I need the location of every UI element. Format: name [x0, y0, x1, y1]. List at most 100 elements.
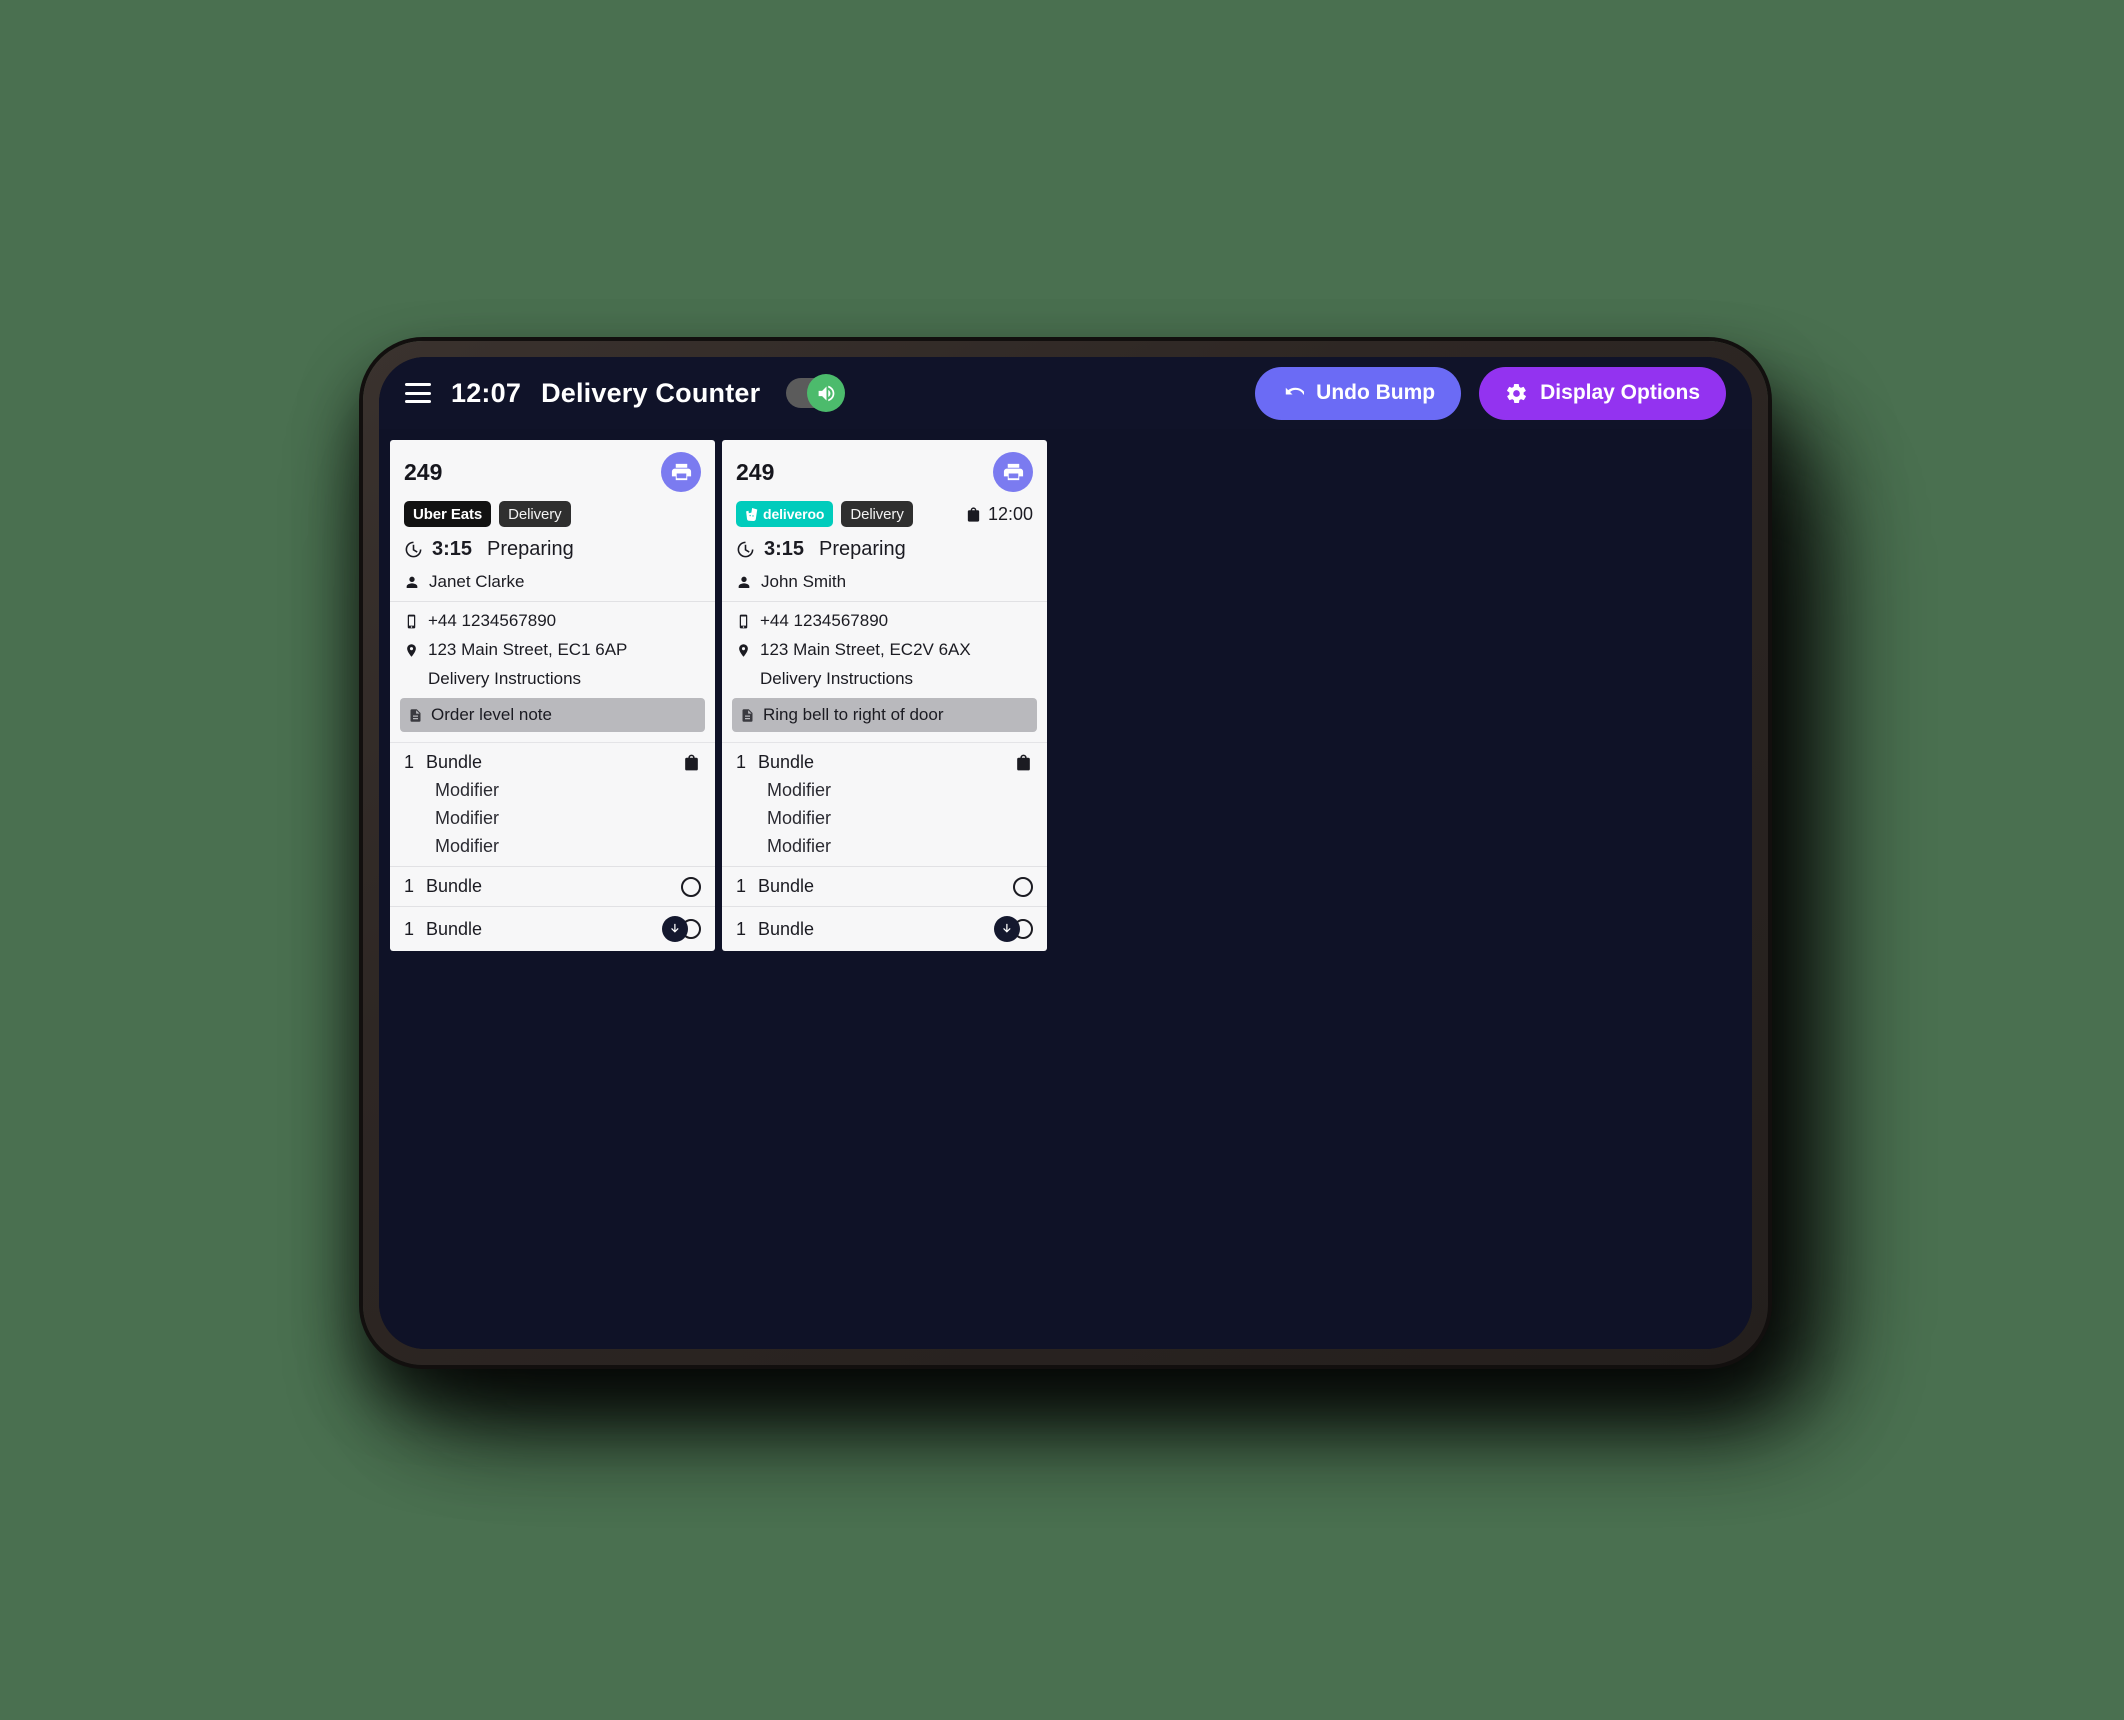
- order-item-line: 1 Bundle: [404, 752, 701, 773]
- phone-icon: [739, 614, 748, 628]
- order-type-badge: Delivery: [841, 501, 913, 527]
- speaker-on-icon: [818, 385, 835, 401]
- tablet-device-frame: 12:07 Delivery Counter Undo Bump Display…: [363, 341, 1768, 1365]
- order-id-row: 249: [404, 452, 701, 492]
- item-quantity: 1: [404, 752, 415, 772]
- order-item-line: 1 Bundle: [736, 916, 1033, 942]
- item-name: Bundle: [758, 752, 815, 772]
- timer-icon: [405, 541, 422, 558]
- print-button[interactable]: [993, 452, 1033, 492]
- item-quantity: 1: [404, 876, 415, 896]
- order-item[interactable]: 1 Bundle Modifier Modifier Modifier: [390, 742, 715, 866]
- shopping-bag-icon: [967, 506, 980, 522]
- customer-address: 123 Main Street, EC2V 6AX: [760, 640, 971, 659]
- order-status-row: 3:15 Preparing: [404, 538, 701, 561]
- customer-name: Janet Clarke: [429, 572, 525, 591]
- printer-icon: [1003, 463, 1023, 480]
- order-item[interactable]: 1 Bundle: [722, 866, 1047, 906]
- order-items: 1 Bundle Modifier Modifier Modifier 1 Bundle 1 B…: [722, 742, 1047, 951]
- header-clock: 12:07: [451, 377, 522, 408]
- item-status-icon[interactable]: [662, 916, 701, 942]
- undo-arrow-icon: [1285, 387, 1305, 395]
- order-note-text: Order level note: [431, 705, 552, 724]
- phone-icon: [407, 614, 416, 628]
- order-note: Order level note: [400, 698, 705, 732]
- location-pin-icon: [407, 643, 416, 657]
- printer-icon: [671, 463, 691, 480]
- order-badge-row: Uber Eats Delivery: [404, 501, 701, 527]
- note-icon: [742, 708, 753, 722]
- circle-outline-icon[interactable]: [681, 876, 701, 897]
- orders-grid: 249 Uber Eats Delivery 3:15 Preparing Janet C…: [379, 429, 1752, 1349]
- item-quantity: 1: [736, 918, 747, 939]
- download-circle-icon[interactable]: [994, 916, 1033, 942]
- item-status-icon[interactable]: [681, 876, 701, 897]
- order-item[interactable]: 1 Bundle: [390, 866, 715, 906]
- address-row: 123 Main Street, EC2V 6AX: [736, 640, 1033, 660]
- print-button[interactable]: [661, 452, 701, 492]
- item-modifier: Modifier: [435, 836, 500, 856]
- item-name: Bundle: [758, 918, 815, 939]
- order-note-text: Ring bell to right of door: [763, 705, 944, 724]
- person-icon: [738, 576, 750, 588]
- platform-badge-deliveroo: deliveroo: [736, 501, 834, 527]
- order-item[interactable]: 1 Bundle Modifier Modifier Modifier: [722, 742, 1047, 866]
- display-options-label: Display Options: [1540, 381, 1700, 404]
- hamburger-menu-icon[interactable]: [405, 383, 431, 403]
- contact-block: +44 1234567890 123 Main Street, EC1 6AP De…: [390, 602, 715, 689]
- shopping-bag-icon: [685, 754, 698, 771]
- phone-row: +44 1234567890: [404, 611, 701, 631]
- header-right-group: Undo Bump Display Options: [1255, 366, 1726, 420]
- download-arrow-icon: [1002, 923, 1011, 933]
- shopping-bag-icon: [1017, 754, 1030, 771]
- location-pin-icon: [739, 643, 748, 657]
- item-status-icon[interactable]: [1013, 876, 1033, 897]
- order-note: Ring bell to right of door: [732, 698, 1037, 732]
- delivery-instructions-label: Delivery Instructions: [760, 669, 914, 688]
- sound-toggle[interactable]: [786, 374, 846, 412]
- person-icon: [406, 576, 418, 588]
- elapsed-time: 3:15: [432, 538, 473, 560]
- order-item[interactable]: 1 Bundle: [390, 906, 715, 951]
- phone-row: +44 1234567890: [736, 611, 1033, 631]
- item-status-icon[interactable]: [994, 916, 1033, 942]
- customer-name: John Smith: [761, 572, 847, 591]
- download-arrow-badge: [994, 916, 1020, 942]
- undo-bump-label: Undo Bump: [1316, 381, 1436, 404]
- download-arrow-icon: [670, 923, 679, 933]
- order-item-line: 1 Bundle: [736, 876, 1033, 897]
- display-options-button[interactable]: Display Options: [1479, 366, 1726, 420]
- scheduled-time: 12:00: [965, 504, 1033, 525]
- order-status: Preparing: [487, 538, 574, 560]
- timer-icon: [737, 541, 754, 558]
- order-badge-row: deliveroo Delivery 12:00: [736, 501, 1033, 527]
- scheduled-time-label: 12:00: [987, 503, 1033, 524]
- item-name: Bundle: [426, 876, 483, 896]
- platform-badge-ubereats: Uber Eats: [404, 501, 492, 527]
- order-card[interactable]: 249 deliveroo Delivery 12:00 3:15 Preparing Jo…: [722, 440, 1047, 951]
- customer-phone: +44 1234567890: [760, 611, 889, 630]
- item-status-icon[interactable]: [682, 753, 701, 772]
- toggle-knob: [807, 374, 846, 412]
- order-card[interactable]: 249 Uber Eats Delivery 3:15 Preparing Janet C…: [390, 440, 715, 951]
- item-status-icon[interactable]: [1014, 753, 1033, 772]
- order-item-line: 1 Bundle: [736, 752, 1033, 773]
- customer-address: 123 Main Street, EC1 6AP: [428, 640, 628, 659]
- customer-row: John Smith: [736, 572, 1033, 601]
- undo-bump-button[interactable]: Undo Bump: [1255, 366, 1462, 420]
- customer-phone: +44 1234567890: [428, 611, 557, 630]
- download-circle-icon[interactable]: [662, 916, 701, 942]
- address-row: 123 Main Street, EC1 6AP: [404, 640, 701, 660]
- delivery-instructions-label: Delivery Instructions: [428, 669, 582, 688]
- elapsed-time: 3:15: [764, 538, 805, 560]
- order-item[interactable]: 1 Bundle: [722, 906, 1047, 951]
- note-icon: [410, 708, 421, 722]
- tablet-screen: 12:07 Delivery Counter Undo Bump Display…: [379, 357, 1752, 1349]
- item-name: Bundle: [426, 918, 483, 939]
- circle-outline-icon[interactable]: [1013, 876, 1033, 897]
- order-status: Preparing: [819, 538, 906, 560]
- order-id-row: 249: [736, 452, 1033, 492]
- customer-row: Janet Clarke: [404, 572, 701, 601]
- header-left-group: 12:07 Delivery Counter: [405, 374, 846, 412]
- platform-badge-label: Uber Eats: [413, 505, 483, 523]
